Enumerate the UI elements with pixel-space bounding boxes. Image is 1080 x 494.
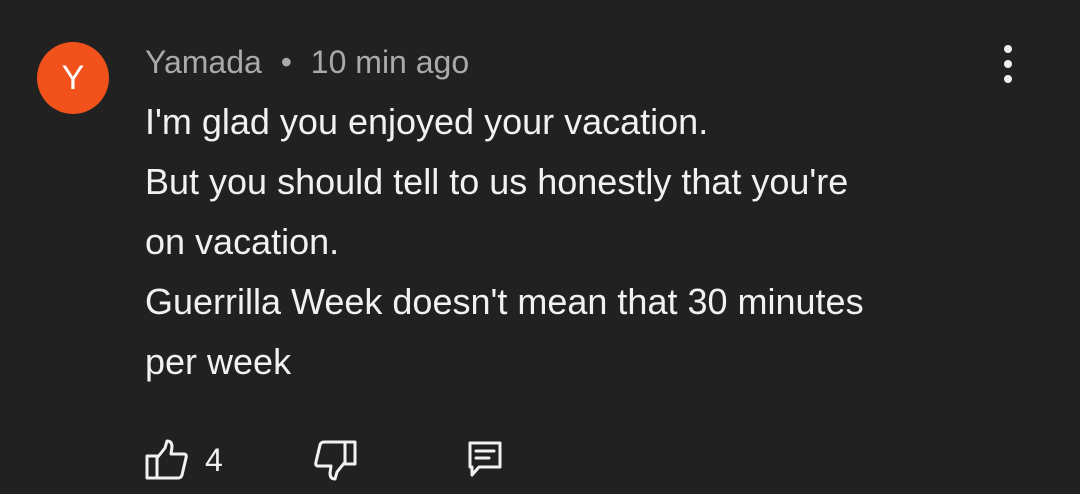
thumbs-up-icon [145,439,189,481]
comment-text-line: per week [145,341,292,382]
avatar[interactable]: Y [37,42,109,114]
comment-text-line: But you should tell to us honestly that … [145,161,849,202]
author-name[interactable]: Yamada [145,44,262,80]
comment-header: Yamada • 10 min ago [145,40,469,84]
comment-text-line: I'm glad you enjoyed your vacation. [145,101,709,142]
comment-body: I'm glad you enjoyed your vacation. But … [145,92,1025,392]
comment-menu-button[interactable] [988,40,1028,88]
comment-thread: Y Yamada • 10 min ago I'm glad you enjoy… [0,0,1080,494]
more-vertical-icon [1002,44,1014,84]
dislike-button[interactable] [313,432,357,488]
reply-button[interactable] [467,432,503,488]
comment-text-line: Guerrilla Week doesn't mean that 30 minu… [145,281,864,322]
comment-reply-icon [467,440,503,480]
like-button[interactable]: 4 [145,432,223,488]
comment-text-line: on vacation. [145,221,340,262]
comment-timestamp[interactable]: 10 min ago [311,44,469,80]
meta-separator: • [280,44,292,80]
like-count: 4 [205,442,223,478]
avatar-letter: Y [61,59,85,97]
thumbs-down-icon [313,439,357,481]
